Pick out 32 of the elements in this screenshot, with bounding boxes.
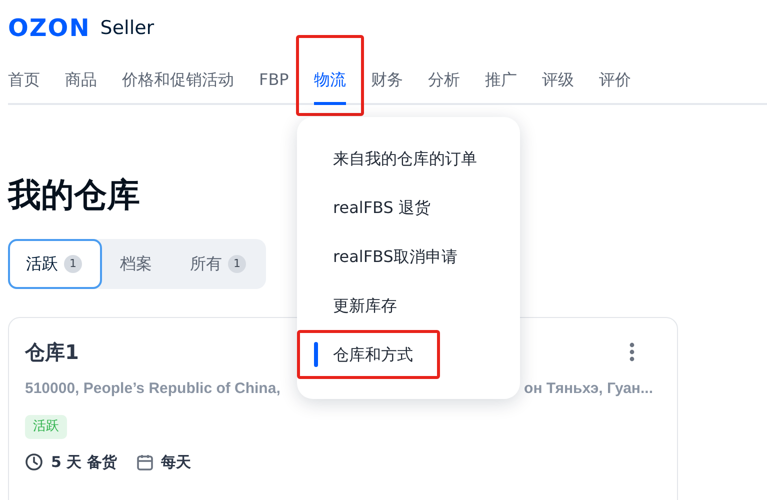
schedule-text: 每天 (160, 452, 191, 473)
status-badge: 活跃 (25, 415, 67, 439)
count-badge: 1 (228, 255, 246, 273)
tab[interactable]: 活跃 1 (8, 239, 102, 289)
nav-tab[interactable]: 评价 (598, 56, 631, 105)
nav-tab[interactable]: 商品 (65, 56, 97, 105)
menu-item[interactable]: realFBS取消申请 (297, 232, 520, 281)
calendar-icon (136, 454, 153, 471)
logo-subtitle: Seller (100, 18, 154, 38)
nav-tab[interactable]: 评级 (542, 56, 574, 105)
logo[interactable]: OZON (8, 16, 90, 40)
address-text: он Тяньхэ, Гуан... (524, 379, 653, 399)
prep-time: 5 天 备货 (51, 452, 117, 473)
menu-item[interactable]: 来自我的仓库的订单 (297, 134, 520, 183)
menu-item[interactable]: 更新库存 (297, 281, 520, 330)
tab[interactable]: 档案 (102, 239, 172, 289)
nav-tab[interactable]: 分析 (428, 56, 460, 105)
count-badge: 1 (64, 255, 82, 273)
menu-item[interactable]: 仓库和方式 (297, 330, 520, 379)
clock-icon (25, 453, 43, 472)
warehouse-name: 仓库1 (25, 339, 79, 366)
address-text: 510000, People’s Republic of China, (25, 379, 280, 399)
nav-tab[interactable]: 物流 (314, 56, 346, 105)
nav-tab[interactable]: FBP (259, 56, 289, 105)
tab[interactable]: 所有 1 (172, 239, 266, 289)
nav-tab[interactable]: 推广 (484, 56, 517, 105)
nav-tab[interactable]: 财务 (370, 56, 403, 105)
nav-tab[interactable]: 首页 (8, 56, 40, 105)
menu-item[interactable]: realFBS 退货 (297, 183, 520, 232)
more-icon[interactable] (629, 342, 635, 362)
nav-tab[interactable]: 价格和促销活动 (122, 56, 234, 105)
page-title: 我的仓库 (8, 175, 140, 215)
